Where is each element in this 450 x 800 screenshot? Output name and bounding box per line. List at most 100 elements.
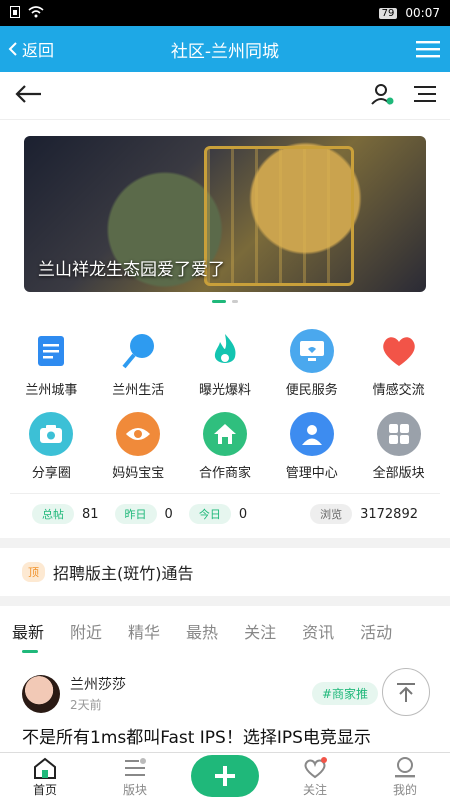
person-icon <box>289 412 334 456</box>
user-icon[interactable] <box>370 82 394 110</box>
tab-events[interactable]: 活动 <box>360 619 392 643</box>
plus-icon <box>215 765 235 786</box>
banner-carousel[interactable]: 兰山祥龙生态园爱了爱了 <box>24 136 426 292</box>
category-services[interactable]: 便民服务 <box>268 329 355 398</box>
stat-label: 浏览 <box>310 504 353 524</box>
nav-label: 关注 <box>302 782 327 797</box>
category-emotion[interactable]: 情感交流 <box>355 329 442 398</box>
author-name[interactable]: 兰州莎莎 <box>70 674 126 694</box>
bottom-navigation: 首页 版块 关注 我的 <box>0 752 450 800</box>
category-label: 妈妈宝宝 <box>112 466 165 481</box>
stat-value: 3172892 <box>360 506 418 522</box>
nav-mine[interactable]: 我的 <box>360 756 450 798</box>
stat-yesterday: 昨日 0 <box>114 504 173 524</box>
notice-text: 招聘版主(斑竹)通告 <box>53 564 194 583</box>
feed-tabs: 最新 附近 精华 最热 关注 资讯 活动 <box>0 606 450 656</box>
arrow-left-icon[interactable] <box>14 84 42 108</box>
stat-label: 今日 <box>188 504 231 524</box>
back-to-top-button[interactable] <box>382 668 430 716</box>
tab-news[interactable]: 资讯 <box>302 619 334 643</box>
profile-icon <box>395 756 415 777</box>
stat-value: 81 <box>82 506 99 522</box>
stat-value: 0 <box>164 506 173 522</box>
carousel-dot[interactable] <box>232 300 238 303</box>
home-icon <box>34 757 56 779</box>
heart-icon <box>377 329 421 373</box>
boards-icon <box>125 757 146 776</box>
clock: 00:07 <box>405 6 440 20</box>
status-bar: 79 00:07 <box>0 0 450 26</box>
document-icon <box>29 329 73 373</box>
category-label: 合作商家 <box>198 466 251 481</box>
flame-icon <box>203 329 247 373</box>
post-header: 兰州莎莎 2天前 #商家推 <box>22 674 428 713</box>
tab-following[interactable]: 关注 <box>244 619 276 643</box>
arrow-up-icon <box>397 683 415 702</box>
banner-image <box>204 146 354 286</box>
category-label: 情感交流 <box>372 383 425 398</box>
tab-latest[interactable]: 最新 <box>12 619 44 653</box>
tab-featured[interactable]: 精华 <box>128 619 160 643</box>
nav-home[interactable]: 首页 <box>0 756 90 798</box>
category-label: 全部版块 <box>372 466 425 481</box>
back-button[interactable]: 返回 <box>0 37 100 61</box>
tab-nearby[interactable]: 附近 <box>70 619 102 643</box>
category-label: 管理中心 <box>285 466 338 481</box>
carousel-dot-active[interactable] <box>212 300 226 303</box>
author-info: 兰州莎莎 2天前 <box>70 674 126 713</box>
banner-caption: 兰山祥龙生态园爱了爱了 <box>38 260 225 280</box>
stat-value: 0 <box>238 506 248 522</box>
carousel-indicator <box>24 292 426 307</box>
category-label: 曝光爆料 <box>198 383 251 398</box>
post-title[interactable]: 不是所有1ms都叫Fast IPS！选择IPS电竞显示 <box>22 723 428 748</box>
category-label: 便民服务 <box>285 383 338 398</box>
post-add-button[interactable] <box>191 754 259 797</box>
pinned-badge: 顶 <box>22 562 45 582</box>
monitor-icon <box>289 329 334 373</box>
sim-icon <box>10 5 20 21</box>
category-admin-center[interactable]: 管理中心 <box>268 412 355 481</box>
menu-button[interactable] <box>350 40 450 58</box>
category-share-circle[interactable]: 分享圈 <box>8 412 95 481</box>
page-title: 社区-兰州同城 <box>170 41 280 62</box>
stat-label: 总帖 <box>32 504 74 524</box>
nav-post[interactable] <box>180 754 270 797</box>
avatar[interactable] <box>22 674 60 713</box>
category-label: 兰州生活 <box>112 383 165 398</box>
stat-today: 今日 0 <box>188 504 248 524</box>
category-all-boards[interactable]: 全部版块 <box>355 412 442 481</box>
category-city-news[interactable]: 兰州城事 <box>8 329 95 398</box>
nav-boards[interactable]: 版块 <box>90 756 180 798</box>
category-exposure[interactable]: 曝光爆料 <box>182 329 269 398</box>
nav-follow[interactable]: 关注 <box>270 756 360 798</box>
sub-toolbar <box>0 72 450 120</box>
category-mom-baby[interactable]: 妈妈宝宝 <box>95 412 182 481</box>
post-card[interactable]: 兰州莎莎 2天前 #商家推 不是所有1ms都叫Fast IPS！选择IPS电竞显… <box>0 656 450 752</box>
stats-bar: 总帖 81 昨日 0 今日 0 浏览 3172892 <box>10 493 440 538</box>
pinned-notice[interactable]: 顶 招聘版主(斑竹)通告 <box>0 548 450 596</box>
app-header: 返回 社区-兰州同城 <box>0 26 450 72</box>
category-grid: 兰州城事 兰州生活 曝光爆料 便民服务 情感交流 分享圈 妈妈宝宝 合作商家 管… <box>0 315 450 493</box>
wifi-icon <box>28 5 44 21</box>
post-time: 2天前 <box>70 698 102 712</box>
stats-wrap: 总帖 81 昨日 0 今日 0 浏览 3172892 <box>0 493 450 538</box>
eye-icon <box>116 412 161 456</box>
grid-icon <box>376 412 421 456</box>
scroll-content[interactable]: 兰山祥龙生态园爱了爱了 兰州城事 兰州生活 曝光爆料 便民服务 情感交流 分享圈… <box>0 120 450 752</box>
balloon-icon <box>116 329 160 373</box>
hamburger-icon <box>416 41 440 58</box>
home-icon <box>202 412 247 456</box>
nav-label: 版块 <box>122 782 147 797</box>
stat-total: 总帖 81 <box>32 504 99 524</box>
camera-icon <box>29 412 74 456</box>
banner-section: 兰山祥龙生态园爱了爱了 <box>0 120 450 315</box>
tab-hottest[interactable]: 最热 <box>186 619 218 643</box>
post-tag[interactable]: #商家推 <box>311 682 378 705</box>
stat-views: 浏览 3172892 <box>310 504 418 524</box>
list-menu-icon[interactable] <box>414 85 436 107</box>
stat-label: 昨日 <box>114 504 157 524</box>
category-city-life[interactable]: 兰州生活 <box>95 329 182 398</box>
category-label: 分享圈 <box>31 466 71 481</box>
category-partners[interactable]: 合作商家 <box>182 412 269 481</box>
back-label: 返回 <box>22 41 55 60</box>
